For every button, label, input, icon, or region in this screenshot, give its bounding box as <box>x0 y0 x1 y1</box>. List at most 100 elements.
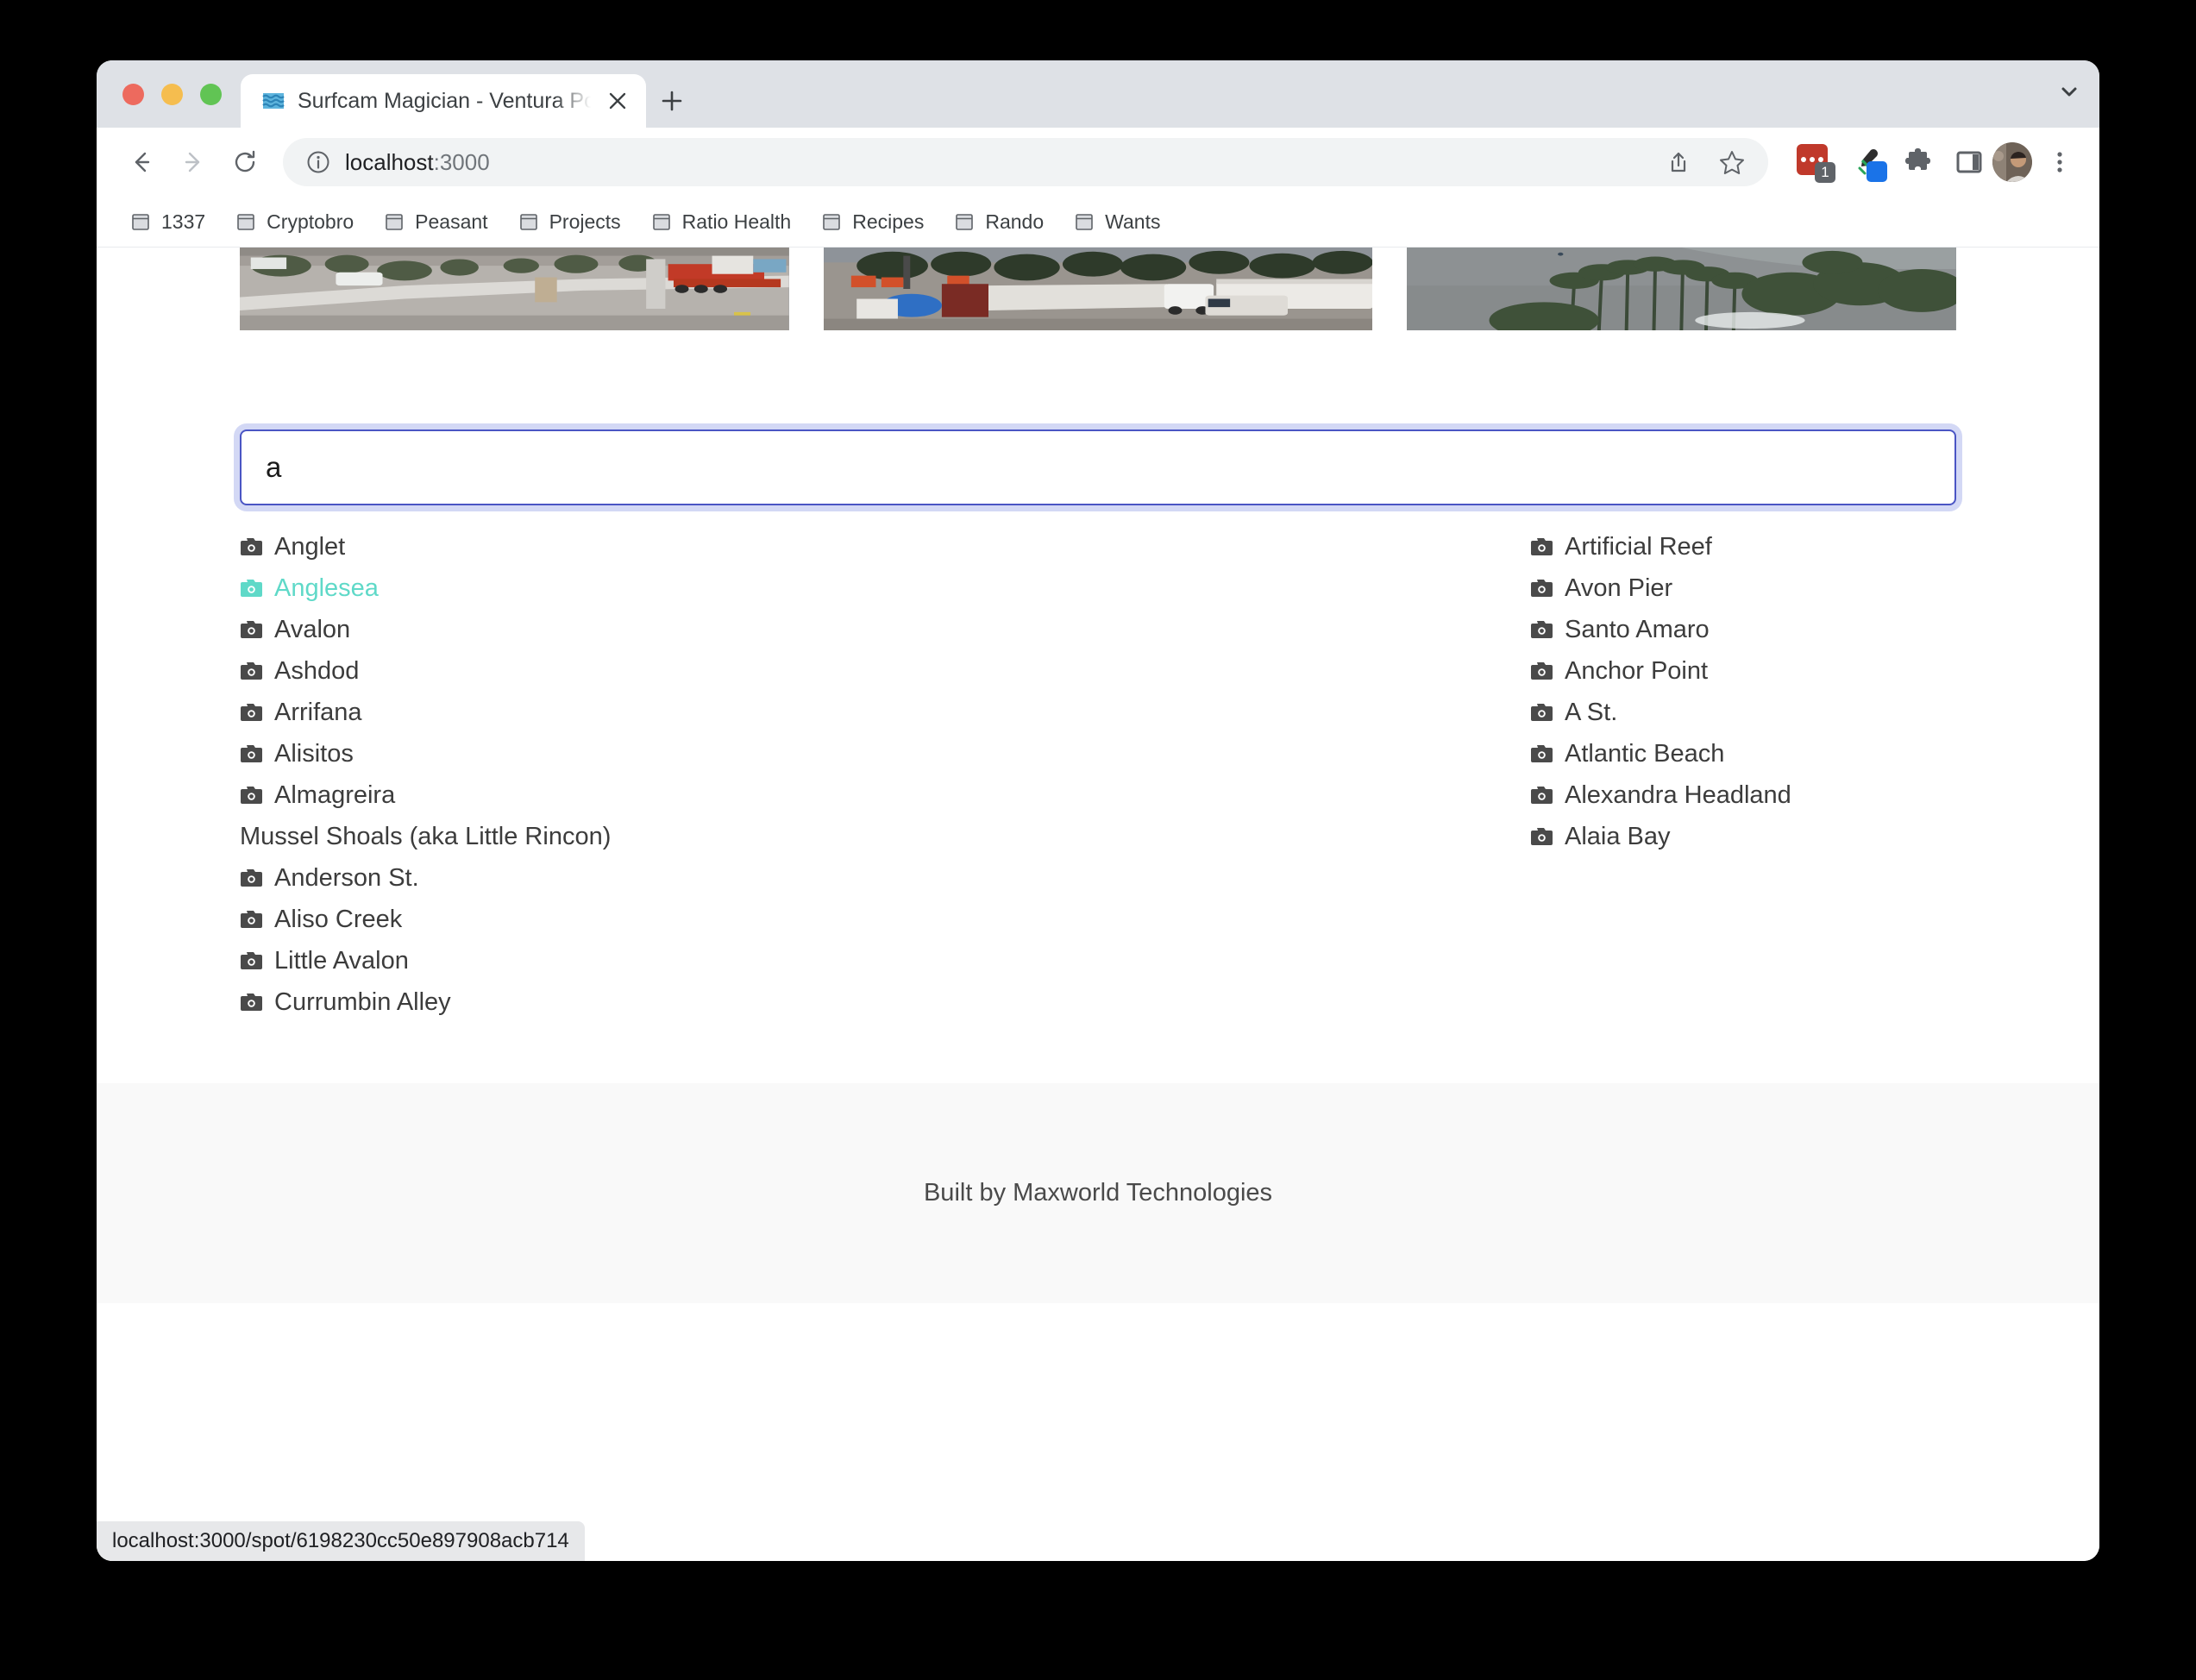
spot-list-item[interactable]: Alexandra Headland <box>1530 774 1956 816</box>
browser-menu-button[interactable] <box>2036 138 2084 186</box>
spot-list-item[interactable]: Artificial Reef <box>1530 526 1956 567</box>
spot-list-item[interactable]: Currumbin Alley <box>240 981 1098 1023</box>
bookmark-label: Rando <box>985 210 1045 233</box>
bookmarks-bar: 1337 Cryptobro Peasant Projects Ratio He… <box>97 197 2099 248</box>
reload-button[interactable] <box>221 138 269 186</box>
spot-label: Avon Pier <box>1565 574 1673 602</box>
profile-avatar[interactable] <box>1992 142 2032 182</box>
spot-list-item[interactable]: Santo Amaro <box>1530 609 1956 650</box>
eyedropper-color-swatch <box>1867 161 1887 182</box>
spot-list-item[interactable]: Avalon <box>240 609 1098 650</box>
spot-label: Atlantic Beach <box>1565 739 1725 768</box>
close-icon[interactable] <box>603 86 632 116</box>
bookmark-item-rando[interactable]: Rando <box>941 204 1056 240</box>
browser-toolbar: localhost:3000 1 <box>97 128 2099 197</box>
folder-icon <box>652 214 670 230</box>
share-button[interactable] <box>1654 138 1703 186</box>
tab-search-button[interactable] <box>2039 60 2099 128</box>
page-content: a Anglet Anglesea Avalon Ashdod Arrifana… <box>97 248 2099 1303</box>
spot-list-item[interactable]: Anglet <box>240 526 1098 567</box>
webcam-image-1 <box>240 248 789 330</box>
window-traffic-lights <box>97 60 241 128</box>
spot-label: Alexandra Headland <box>1565 780 1791 809</box>
close-window-button[interactable] <box>122 83 144 105</box>
bookmark-label: Ratio Health <box>681 210 792 233</box>
webcam-thumbnail-row <box>97 248 2099 330</box>
camera-icon <box>241 787 262 804</box>
folder-icon <box>132 214 149 230</box>
back-button[interactable] <box>117 138 166 186</box>
spot-list-item[interactable]: Anchor Point <box>1530 650 1956 692</box>
eyedropper-extension-icon[interactable] <box>1846 142 1887 182</box>
bookmark-item-1337[interactable]: 1337 <box>117 204 217 240</box>
bookmark-item-peasant[interactable]: Peasant <box>371 204 499 240</box>
spot-list-item[interactable]: Alaia Bay <box>1530 816 1956 857</box>
folder-icon <box>519 214 537 230</box>
tab-strip-spacer <box>698 74 2039 128</box>
spot-list-item[interactable]: Alisitos <box>240 733 1098 774</box>
bookmark-item-wants[interactable]: Wants <box>1061 204 1172 240</box>
spot-list-item[interactable]: Ashdod <box>240 650 1098 692</box>
spot-list-item[interactable]: Atlantic Beach <box>1530 733 1956 774</box>
page-footer: Built by Maxworld Technologies <box>97 1083 2099 1303</box>
bookmark-item-ratio-health[interactable]: Ratio Health <box>638 204 804 240</box>
three-dot-menu-icon <box>2057 152 2062 172</box>
bookmark-item-cryptobro[interactable]: Cryptobro <box>223 204 366 240</box>
spot-list-item[interactable]: Arrifana <box>240 692 1098 733</box>
spot-list-item[interactable]: Anderson St. <box>240 857 1098 899</box>
webcam-thumbnail-1[interactable] <box>240 248 789 330</box>
camera-icon <box>241 662 262 680</box>
spot-list-item[interactable]: Almagreira <box>240 774 1098 816</box>
share-icon <box>1671 152 1686 172</box>
address-bar[interactable]: localhost:3000 <box>283 138 1768 186</box>
webcam-thumbnail-2[interactable] <box>823 248 1373 330</box>
folder-icon <box>1076 214 1093 230</box>
minimize-window-button[interactable] <box>161 83 183 105</box>
footer-credit-text: Built by Maxworld Technologies <box>923 1179 1273 1207</box>
maximize-window-button[interactable] <box>200 83 222 105</box>
spot-label: Anglesea <box>274 574 379 602</box>
url-text: localhost:3000 <box>345 149 1641 176</box>
bookmark-item-projects[interactable]: Projects <box>505 204 633 240</box>
spot-list-item[interactable]: Mussel Shoals (aka Little Rincon) <box>240 816 1098 857</box>
puzzle-extensions-icon[interactable] <box>1898 142 1937 182</box>
spot-label: Anderson St. <box>274 863 419 892</box>
spot-list-item[interactable]: Avon Pier <box>1530 567 1956 609</box>
bookmark-label: 1337 <box>161 210 206 233</box>
forward-button[interactable] <box>169 138 217 186</box>
camera-icon <box>1531 621 1553 638</box>
info-circle-icon[interactable] <box>305 149 331 175</box>
new-tab-button[interactable] <box>646 74 698 128</box>
star-icon <box>1720 151 1744 174</box>
spot-list-item[interactable]: Anglesea <box>240 567 1098 609</box>
wave-favicon <box>262 93 285 109</box>
spot-list-item[interactable]: Aliso Creek <box>240 899 1098 940</box>
ublock-origin-extension-icon[interactable]: 1 <box>1794 142 1835 183</box>
spot-search-input[interactable]: a <box>240 429 1956 505</box>
side-panel-icon[interactable] <box>1949 142 1989 182</box>
browser-tab[interactable]: Surfcam Magician - Ventura Po <box>241 74 646 128</box>
bookmark-label: Recipes <box>852 210 925 233</box>
camera-icon <box>1531 704 1553 721</box>
omnibox-actions <box>1654 138 1756 186</box>
link-status-bubble: localhost:3000/spot/6198230cc50e897908ac… <box>97 1521 585 1561</box>
spot-label: Ashdod <box>274 656 360 685</box>
back-arrow-icon <box>135 152 150 172</box>
reload-icon <box>235 150 255 172</box>
spot-label: Avalon <box>274 615 351 643</box>
bookmark-button[interactable] <box>1708 138 1756 186</box>
camera-icon <box>241 538 262 555</box>
spot-list-item[interactable]: A St. <box>1530 692 1956 733</box>
search-input-value: a <box>266 451 282 483</box>
camera-icon <box>241 952 262 969</box>
bookmark-label: Wants <box>1105 210 1161 233</box>
puzzle-glyph <box>1904 147 1931 170</box>
browser-window: Surfcam Magician - Ventura Po localhost:… <box>97 60 2099 1561</box>
bookmark-item-recipes[interactable]: Recipes <box>808 204 936 240</box>
camera-icon <box>241 911 262 928</box>
camera-icon <box>1531 787 1553 804</box>
camera-icon <box>241 745 262 762</box>
spot-label: Alisitos <box>274 739 354 768</box>
webcam-thumbnail-3[interactable] <box>1407 248 1957 330</box>
spot-list-item[interactable]: Little Avalon <box>240 940 1098 981</box>
